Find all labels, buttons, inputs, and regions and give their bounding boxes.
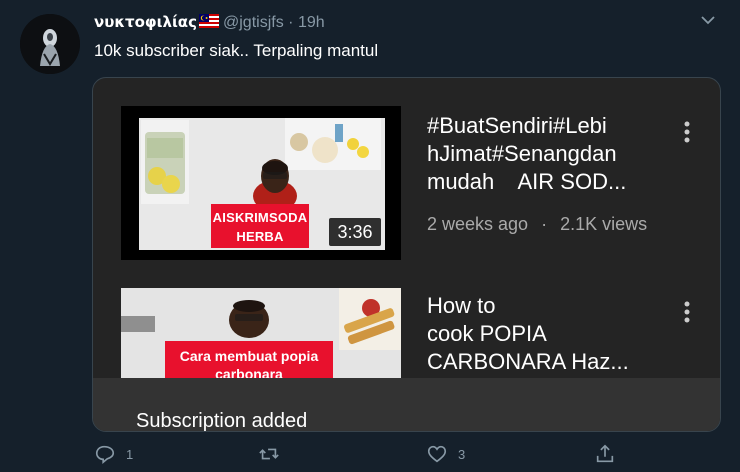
title-line: hJimat#Senangdan	[427, 141, 617, 166]
avatar[interactable]	[20, 14, 80, 74]
caption-line: HERBA	[236, 229, 284, 244]
timestamp[interactable]: 19h	[298, 14, 325, 31]
meta-separator: ·	[541, 214, 548, 234]
caption-line: AISKRIMSODA	[212, 210, 308, 225]
title-line: How to	[427, 293, 496, 318]
video-title[interactable]: #BuatSendiri#Lebi hJimat#Senangdan mudah…	[427, 112, 667, 196]
chevron-down-icon[interactable]	[699, 14, 717, 28]
video-title[interactable]: How to cook POPIA CARBONARA Haz...	[427, 292, 667, 376]
separator: ·	[288, 14, 294, 31]
reply-icon	[95, 445, 115, 465]
heart-icon	[427, 445, 447, 463]
reply-count: 1	[126, 446, 134, 462]
malaysia-flag-icon	[199, 14, 219, 28]
video-age: 2 weeks ago	[427, 214, 529, 234]
avatar-figure-icon	[20, 14, 80, 74]
retweet-button[interactable]	[258, 442, 290, 466]
like-button[interactable]: 3	[426, 442, 465, 466]
more-options-icon[interactable]	[683, 120, 691, 144]
display-name[interactable]: νυκτοφιλίας	[94, 13, 197, 31]
title-line: CARBONARA Haz...	[427, 349, 629, 374]
toast-message: Subscription added	[136, 410, 308, 432]
reply-button[interactable]: 1	[94, 442, 133, 466]
video-views: 2.1K views	[560, 214, 648, 234]
like-count: 3	[458, 446, 466, 462]
thumbnail-caption: AISKRIMSODA HERBA	[211, 204, 309, 248]
title-line: mudah AIR SOD...	[427, 169, 627, 194]
retweet-icon	[259, 448, 279, 460]
tweet-text: 10k subscriber siak.. Terpaling mantul	[94, 41, 379, 60]
handle[interactable]: @jgtisjfs	[223, 14, 284, 31]
more-options-icon[interactable]	[683, 300, 691, 324]
title-line: cook POPIA	[427, 321, 547, 346]
tweet-header: νυκτοφιλίας @jgtisjfs · 19h	[94, 13, 740, 37]
video-duration: 3:36	[329, 218, 381, 246]
share-icon	[596, 444, 614, 463]
share-button[interactable]	[594, 442, 616, 466]
title-line: #BuatSendiri#Lebi	[427, 113, 607, 138]
tweet-actions: 1 3	[0, 438, 740, 472]
youtube-embed[interactable]: AISKRIMSODA HERBA 3:36 #BuatSendiri#Lebi…	[92, 77, 721, 432]
caption-line: Cara membuat popia	[179, 348, 319, 364]
video-meta: 2 weeks ago · 2.1K views	[427, 214, 647, 235]
